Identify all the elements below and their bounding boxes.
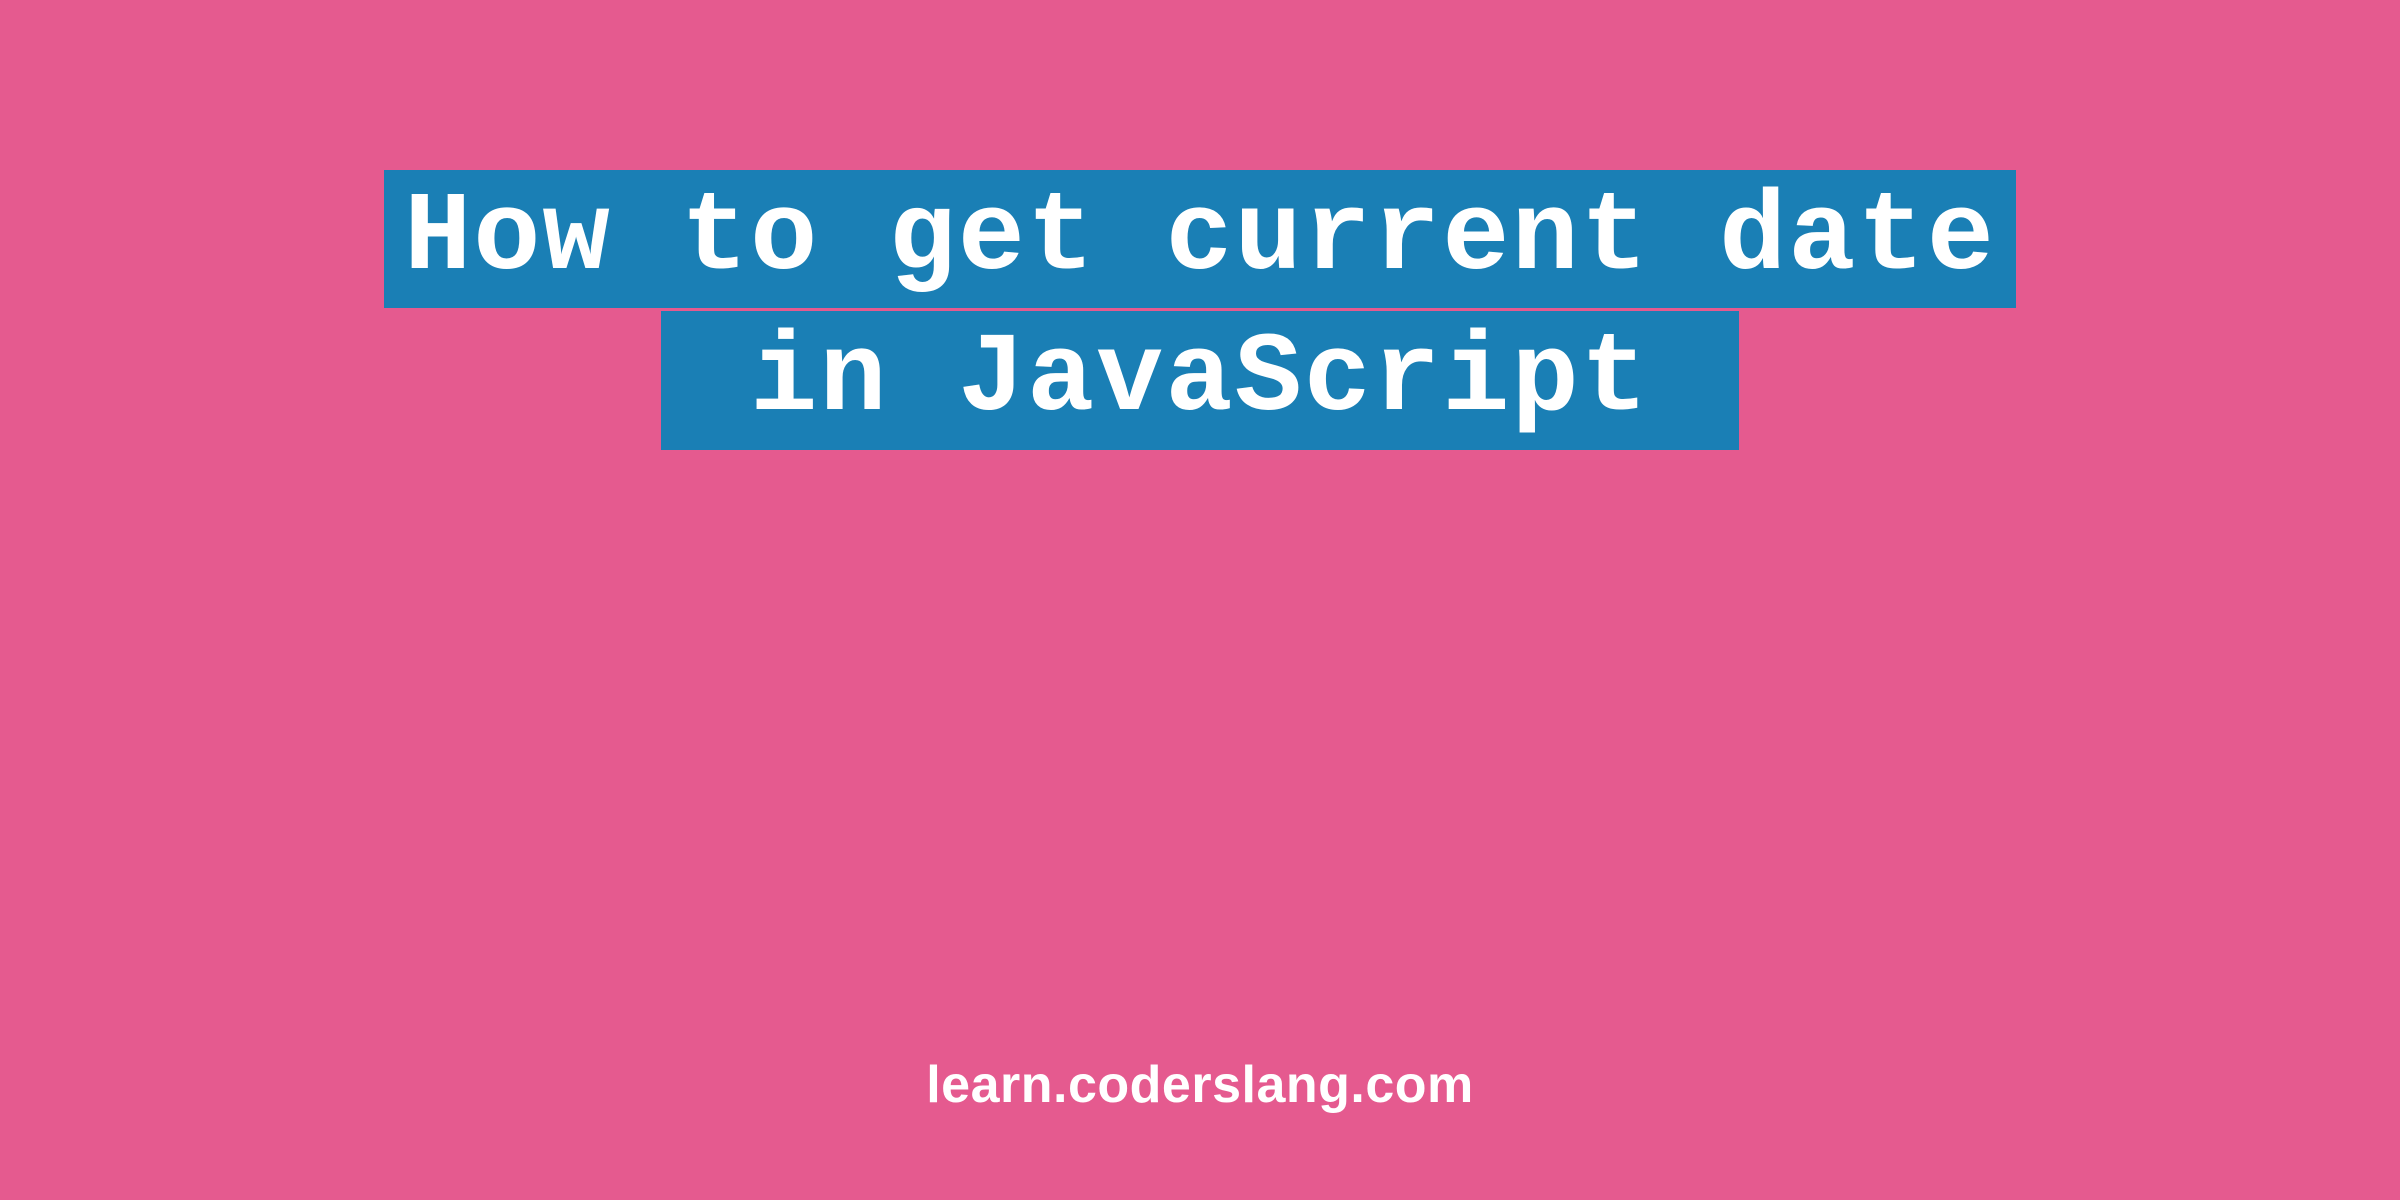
footer-domain: learn.coderslang.com (926, 1055, 1474, 1115)
title-block: How to get current date in JavaScript (384, 170, 2016, 453)
title-line-1: How to get current date (384, 170, 2016, 308)
title-line-2: in JavaScript (661, 311, 1739, 449)
